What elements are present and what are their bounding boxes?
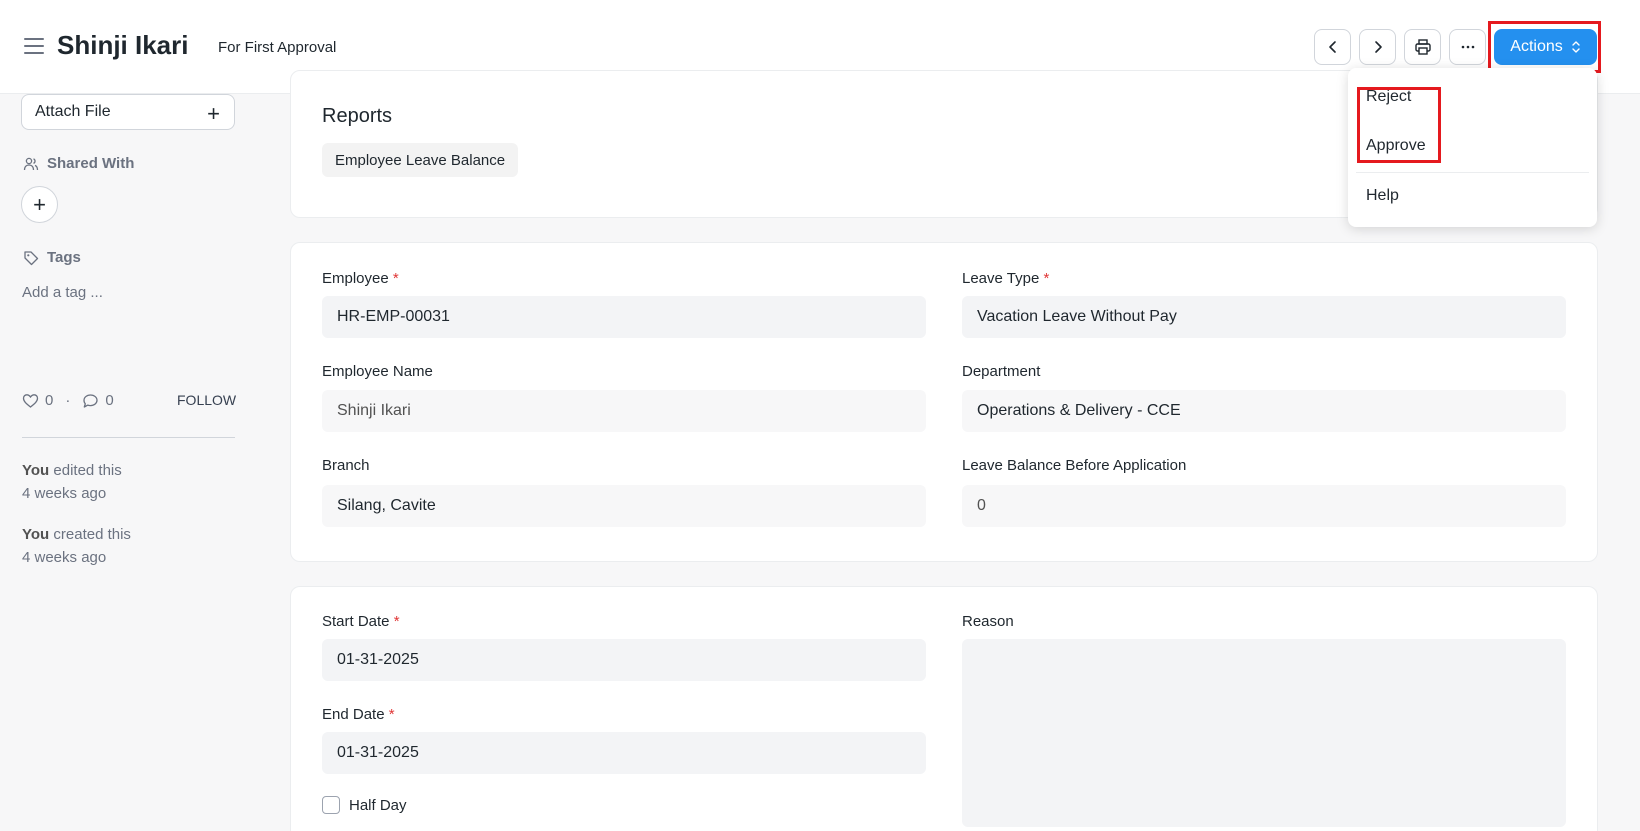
plus-icon: + [33, 191, 46, 217]
tag-icon [24, 250, 39, 265]
menu-item-help[interactable]: Help [1366, 187, 1399, 205]
page-title: Shinji Ikari [57, 30, 189, 60]
chevron-right-icon [1374, 41, 1382, 53]
activity-user: You [22, 462, 50, 479]
activity-item: You edited this 4 weeks ago [22, 459, 122, 505]
menu-divider [1356, 172, 1589, 173]
shared-with-heading: Shared With [23, 155, 134, 172]
employee-label: Employee * [322, 270, 399, 287]
branch-label: Branch [322, 457, 370, 474]
activity-item: You created this 4 weeks ago [22, 523, 131, 569]
ellipsis-icon [1461, 45, 1474, 49]
shared-with-label: Shared With [47, 155, 135, 172]
activity-action: created this [53, 526, 131, 543]
report-chip-employee-leave-balance[interactable]: Employee Leave Balance [322, 143, 519, 177]
leave-type-field[interactable]: Vacation Leave Without Pay [962, 296, 1566, 338]
more-options-button[interactable] [1449, 29, 1486, 65]
employee-name-label: Employee Name [322, 363, 433, 380]
comment-icon[interactable] [82, 393, 99, 409]
leave-balance-label: Leave Balance Before Application [962, 457, 1187, 474]
activity-time: 4 weeks ago [22, 549, 107, 566]
reports-title: Reports [322, 105, 393, 127]
employee-field[interactable]: HR-EMP-00031 [322, 296, 926, 338]
tags-label: Tags [47, 249, 81, 266]
attach-file-button[interactable]: Attach File + [21, 94, 235, 130]
menu-icon[interactable] [24, 38, 44, 54]
comments-count: 0 [105, 392, 114, 409]
employee-name-field: Shinji Ikari [322, 390, 926, 432]
menu-item-reject[interactable]: Reject [1366, 88, 1411, 106]
activity-time: 4 weeks ago [22, 485, 107, 502]
department-field: Operations & Delivery - CCE [962, 390, 1566, 432]
activity-action: edited this [53, 462, 122, 479]
department-label: Department [962, 363, 1041, 380]
activity-user: You [22, 526, 50, 543]
likes-count: 0 [45, 392, 54, 409]
reason-label: Reason [962, 613, 1014, 630]
add-share-button[interactable]: + [21, 186, 58, 223]
heart-icon[interactable] [22, 393, 39, 409]
tags-heading: Tags [23, 249, 81, 266]
print-button[interactable] [1404, 29, 1441, 65]
chevron-left-icon [1328, 41, 1336, 53]
previous-record-button[interactable] [1314, 29, 1351, 65]
half-day-label: Half Day [349, 797, 407, 814]
leave-type-label: Leave Type * [962, 270, 1050, 287]
attach-file-label: Attach File [35, 103, 111, 120]
engagement-stats: 0 · 0 [22, 392, 114, 409]
leave-balance-field: 0 [962, 485, 1566, 527]
actions-button[interactable]: Actions [1494, 29, 1597, 65]
menu-item-approve[interactable]: Approve [1366, 137, 1426, 155]
end-date-field[interactable]: 01-31-2025 [322, 732, 926, 774]
end-date-label: End Date * [322, 706, 395, 723]
reason-textarea[interactable] [962, 639, 1566, 827]
users-icon [23, 157, 39, 170]
actions-dropdown-menu: Reject Approve Help [1348, 68, 1597, 227]
start-date-label: Start Date * [322, 613, 400, 630]
printer-icon [1414, 39, 1431, 55]
sidebar-divider [22, 437, 235, 438]
half-day-checkbox[interactable] [322, 796, 340, 814]
next-record-button[interactable] [1359, 29, 1396, 65]
follow-button[interactable]: FOLLOW [177, 392, 236, 408]
branch-field: Silang, Cavite [322, 485, 926, 527]
plus-icon: + [207, 101, 220, 126]
actions-button-label: Actions [1510, 38, 1563, 55]
add-tag-link[interactable]: Add a tag ... [22, 284, 103, 301]
start-date-field[interactable]: 01-31-2025 [322, 639, 926, 681]
status-indicator: For First Approval [218, 39, 337, 56]
separator-dot: · [65, 392, 71, 409]
chevron-up-down-icon [1572, 41, 1580, 53]
